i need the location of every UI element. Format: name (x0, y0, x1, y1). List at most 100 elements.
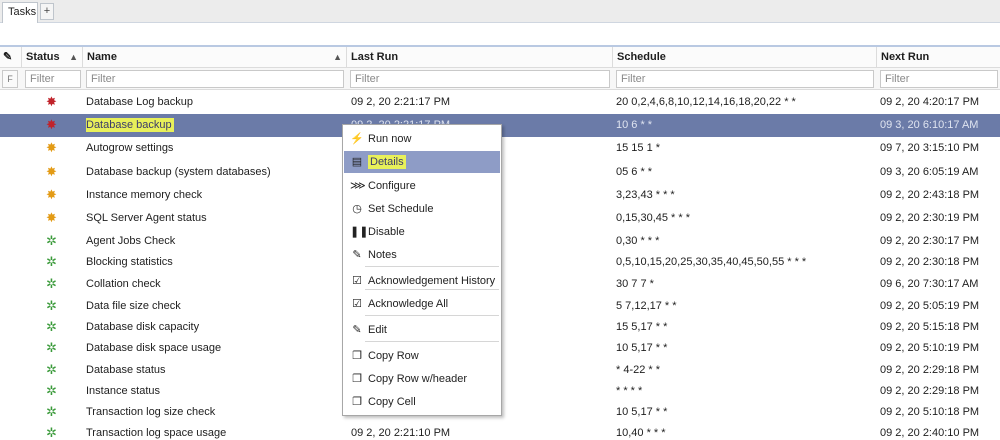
task-name: Instance memory check (86, 184, 341, 207)
task-name-text: Instance memory check (86, 189, 203, 201)
next-run-cell: 09 2, 20 2:29:18 PM (880, 364, 980, 376)
menu-item-run-now[interactable]: ⚡ Run now (344, 128, 500, 150)
menu-item-acknowledge-all[interactable]: ☑ Acknowledge All (344, 293, 500, 315)
error-status-icon: ✸ (46, 117, 57, 132)
ok-status-icon: ✲ (46, 276, 57, 291)
edit-icon: ✎ (352, 324, 362, 336)
next-run-cell: 09 2, 20 5:15:18 PM (880, 321, 980, 333)
filter-toggle-button[interactable]: F (2, 70, 18, 88)
tab-tasks[interactable]: Tasks (2, 2, 38, 23)
menu-item-notes[interactable]: ✎ Notes (344, 244, 500, 266)
next-run-cell: 09 2, 20 2:29:18 PM (880, 385, 980, 397)
column-header-next-run[interactable]: Next Run (877, 47, 1000, 68)
status-filter-input[interactable]: Filter (25, 70, 81, 88)
task-name-text: Blocking statistics (86, 256, 173, 268)
task-name-text: Autogrow settings (86, 142, 174, 154)
tab-strip: Tasks + (0, 0, 1000, 23)
schedule-cell: 10 5,17 * * (616, 342, 668, 354)
menu-item-copy-row[interactable]: ❐ Copy Row (344, 345, 500, 367)
last-run-cell: 09 2, 20 2:21:17 PM (351, 96, 451, 108)
task-name: Database disk space usage (86, 337, 341, 360)
task-name-text: Database Log backup (86, 96, 194, 108)
task-name-text: SQL Server Agent status (86, 212, 207, 224)
task-name: Agent Jobs Check (86, 230, 341, 253)
task-name: Database disk capacity (86, 316, 341, 339)
next-run-cell: 09 2, 20 5:10:18 PM (880, 406, 980, 418)
next-run-cell: 09 2, 20 5:10:19 PM (880, 342, 980, 354)
schedule-cell: 15 5,17 * * (616, 321, 668, 333)
edit-icon: ✎ (3, 51, 13, 63)
menu-item-disable[interactable]: ❚❚ Disable (344, 221, 500, 243)
next-run-cell: 09 2, 20 5:05:19 PM (880, 300, 980, 312)
ok-status-icon: ✲ (46, 383, 57, 398)
menu-item-edit[interactable]: ✎ Edit (344, 319, 500, 341)
task-name: Collation check (86, 273, 341, 296)
task-name-text: Collation check (86, 278, 161, 290)
task-name: Database status (86, 359, 341, 382)
configure-icon: ⋙ (350, 180, 366, 192)
schedule-filter-input[interactable]: Filter (616, 70, 874, 88)
task-name-text: Database backup (system databases) (86, 166, 271, 178)
menu-item-label: Copy Row (368, 350, 419, 362)
column-header-label: Schedule (617, 51, 666, 63)
column-header-name[interactable]: Name ▲ (83, 47, 347, 68)
menu-item-label: Configure (368, 180, 416, 192)
context-menu: ⚡ Run now ▤ Details ⋙ Configure ◷ Set Schedule ❚… (342, 124, 502, 416)
next-run-cell: 09 2, 20 2:30:18 PM (880, 256, 980, 268)
menu-separator (365, 341, 499, 342)
menu-item-configure[interactable]: ⋙ Configure (344, 175, 500, 197)
task-name-text: Instance status (86, 385, 160, 397)
clock-icon: ◷ (352, 203, 362, 215)
schedule-cell: 30 7 7 * (616, 278, 654, 290)
add-tab-button[interactable]: + (40, 3, 54, 20)
column-header-last-run[interactable]: Last Run (347, 47, 613, 68)
menu-item-label: Details (368, 155, 406, 169)
warning-status-icon: ✸ (46, 164, 57, 179)
filter-row: F Filter Filter Filter Filter Filter (0, 68, 1000, 90)
menu-item-label: Acknowledgement History (368, 275, 496, 287)
schedule-cell: 0,30 * * * (616, 235, 660, 247)
task-name: Blocking statistics (86, 251, 341, 274)
column-header-schedule[interactable]: Schedule (613, 47, 877, 68)
header-row: ✎ Status ▲ Name ▲ Last Run Schedule Next… (0, 47, 1000, 68)
task-name-text: Database status (86, 364, 166, 376)
next-run-cell: 09 2, 20 2:40:10 PM (880, 427, 980, 439)
schedule-cell: 10 6 * * (616, 119, 653, 131)
sort-icon: ▲ (69, 52, 78, 62)
next-run-cell: 09 3, 20 6:05:19 AM (880, 166, 979, 178)
task-name: Database backup (86, 114, 341, 137)
menu-item-copy-row-w-header[interactable]: ❐ Copy Row w/header (344, 368, 500, 390)
task-name: Data file size check (86, 295, 341, 318)
task-name-text: Database disk space usage (86, 342, 222, 354)
last-run-filter-input[interactable]: Filter (350, 70, 610, 88)
table-row[interactable]: ✲ Transaction log space usage 09 2, 20 2:2… (0, 422, 1000, 440)
menu-item-details[interactable]: ▤ Details (344, 151, 500, 173)
acknowledge-history-icon: ☑ (352, 275, 362, 287)
next-run-filter-input[interactable]: Filter (880, 70, 998, 88)
ok-status-icon: ✲ (46, 254, 57, 269)
next-run-cell: 09 2, 20 2:30:19 PM (880, 212, 980, 224)
task-name: Instance status (86, 380, 341, 403)
menu-item-label: Set Schedule (368, 203, 434, 215)
schedule-cell: 10 5,17 * * (616, 406, 668, 418)
column-header-label: Last Run (351, 51, 399, 63)
menu-item-copy-cell[interactable]: ❐ Copy Cell (344, 391, 500, 413)
schedule-cell: 3,23,43 * * * (616, 189, 675, 201)
next-run-cell: 09 2, 20 2:43:18 PM (880, 189, 980, 201)
edit-column-header[interactable]: ✎ (0, 47, 22, 68)
warning-status-icon: ✸ (46, 210, 57, 225)
lightning-icon: ⚡ (350, 133, 364, 145)
menu-item-label: Run now (368, 133, 412, 145)
task-name-text: Database backup (86, 118, 174, 132)
copy-row-icon: ❐ (352, 350, 362, 362)
ok-status-icon: ✲ (46, 362, 57, 377)
menu-separator (365, 315, 499, 316)
menu-item-label: Copy Cell (368, 396, 416, 408)
name-filter-input[interactable]: Filter (86, 70, 344, 88)
warning-status-icon: ✸ (46, 187, 57, 202)
menu-item-set-schedule[interactable]: ◷ Set Schedule (344, 198, 500, 220)
menu-separator (365, 266, 499, 267)
schedule-cell: 05 6 * * (616, 166, 653, 178)
table-row[interactable]: ✸ Database Log backup 09 2, 20 2:21:17 PM 2… (0, 91, 1000, 114)
column-header-status[interactable]: Status ▲ (22, 47, 83, 68)
